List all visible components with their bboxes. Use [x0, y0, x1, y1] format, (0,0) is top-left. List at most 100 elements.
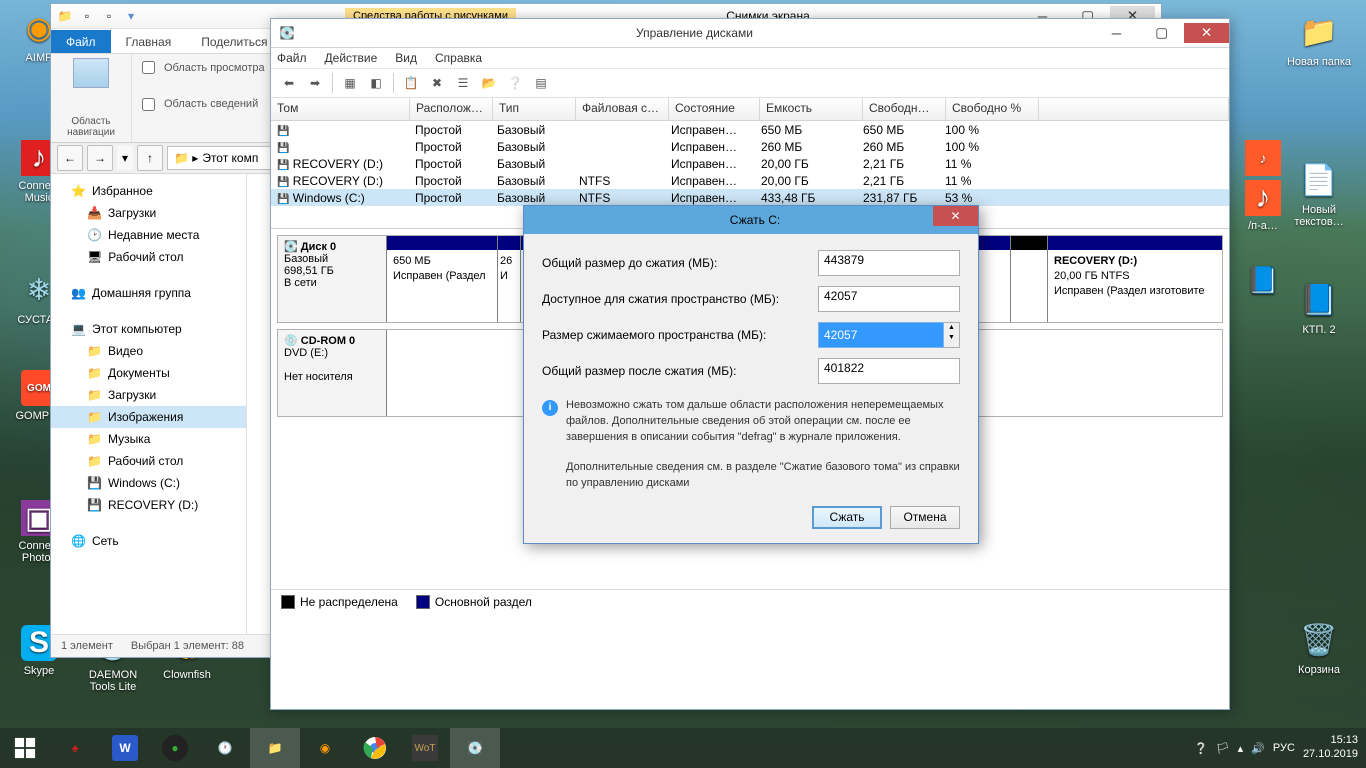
partition[interactable]: 26И	[498, 236, 521, 322]
start-button[interactable]	[0, 728, 50, 768]
tray-help-icon[interactable]: ❔	[1194, 742, 1208, 755]
task-chrome[interactable]	[350, 728, 400, 768]
legend: Не распределена Основной раздел	[271, 589, 1229, 614]
value-total-before: 443879	[818, 250, 960, 276]
qat-icon[interactable]: ▫	[101, 8, 117, 24]
volume-row[interactable]: 💾 ПростойБазовыйИсправен…260 МБ260 МБ100…	[271, 138, 1229, 155]
history-dropdown[interactable]: ▾	[117, 146, 133, 170]
volume-row[interactable]: 💾 ПростойБазовыйИсправен…650 МБ650 МБ100…	[271, 121, 1229, 138]
volume-row[interactable]: 💾 RECOVERY (D:)ПростойБазовыйИсправен…20…	[271, 155, 1229, 172]
nav-pane-icon[interactable]	[73, 58, 109, 88]
col-cap[interactable]: Емкость	[760, 98, 863, 120]
minimize-button[interactable]: ─	[1094, 23, 1139, 43]
toolbar-icon[interactable]: ◧	[364, 71, 388, 95]
shrink-button[interactable]: Сжать	[812, 506, 882, 529]
dialog-title: Сжать C:	[532, 213, 978, 227]
spin-down[interactable]: ▼	[944, 333, 959, 343]
nav-recent[interactable]: 🕑 Недавние места	[51, 224, 246, 246]
nav-network[interactable]: 🌐 Сеть	[51, 530, 246, 552]
task-aimp[interactable]: ◉	[300, 728, 350, 768]
close-button[interactable]: ✕	[1184, 23, 1229, 43]
tab-file[interactable]: Файл	[51, 30, 111, 53]
refresh-icon[interactable]: 📋	[399, 71, 423, 95]
app-icon: 💽	[279, 25, 295, 41]
partition-recovery[interactable]: RECOVERY (D:)20,00 ГБ NTFSИсправен (Разд…	[1048, 236, 1222, 322]
desktop-icon-pa[interactable]: ♪/п-а…	[1228, 180, 1298, 232]
toolbar: ⬅ ➡ ▦ ◧ 📋 ✖ ☰ 📂 ❔ ▤	[271, 69, 1229, 98]
shrink-amount-input[interactable]	[818, 322, 944, 348]
nav-homegroup[interactable]: 👥 Домашняя группа	[51, 282, 246, 304]
nav-downloads2[interactable]: 📁 Загрузки	[51, 384, 246, 406]
close-button[interactable]: ✕	[933, 206, 978, 226]
details-pane-check[interactable]	[142, 98, 155, 111]
nav-video[interactable]: 📁 Видео	[51, 340, 246, 362]
col-free[interactable]: Свободн…	[863, 98, 946, 120]
shrink-amount-spinner[interactable]: ▲▼	[818, 322, 960, 348]
col-fs[interactable]: Файловая с…	[576, 98, 669, 120]
forward-button[interactable]: →	[87, 145, 113, 171]
volume-row[interactable]: 💾 RECOVERY (D:)ПростойБазовыйNTFSИсправе…	[271, 172, 1229, 189]
col-volume[interactable]: Том	[271, 98, 410, 120]
menu-view[interactable]: Вид	[395, 51, 417, 65]
nav-thispc[interactable]: 💻 Этот компьютер	[51, 318, 246, 340]
task-explorer[interactable]: 📁	[250, 728, 300, 768]
nav-pane-label: Область навигации	[61, 116, 121, 138]
col-status[interactable]: Состояние	[669, 98, 760, 120]
task-wot[interactable]: WoT	[400, 728, 450, 768]
tray-clock[interactable]: 15:1327.10.2019	[1303, 734, 1358, 762]
back-icon[interactable]: ⬅	[277, 71, 301, 95]
tray-lang[interactable]: РУС	[1273, 742, 1295, 754]
col-type[interactable]: Тип	[493, 98, 576, 120]
nav-desktop2[interactable]: 📁 Рабочий стол	[51, 450, 246, 472]
task-diskmgmt[interactable]: 💽	[450, 728, 500, 768]
tray-chevron-icon[interactable]: ▴	[1238, 742, 1244, 755]
partition[interactable]: 650 МБИсправен (Раздел	[387, 236, 498, 322]
toolbar-icon[interactable]: 📂	[477, 71, 501, 95]
nav-winc[interactable]: 💾 Windows (C:)	[51, 472, 246, 494]
forward-icon[interactable]: ➡	[303, 71, 327, 95]
desktop-icon-word[interactable]: 📘	[1228, 260, 1298, 304]
volume-row[interactable]: 💾 Windows (C:)ПростойБазовыйNTFSИсправен…	[271, 189, 1229, 206]
tray-volume-icon[interactable]: 🔊	[1251, 742, 1265, 755]
toolbar-icon[interactable]: ▤	[529, 71, 553, 95]
tray-flag-icon[interactable]: 🏳	[1216, 742, 1230, 755]
label-total-before: Общий размер до сжатия (МБ):	[542, 256, 818, 270]
spin-up[interactable]: ▲	[944, 323, 959, 333]
task-camera[interactable]: ●	[150, 728, 200, 768]
up-button[interactable]: ↑	[137, 145, 163, 171]
status-selected: Выбран 1 элемент: 88	[131, 640, 244, 652]
preview-pane-check[interactable]	[142, 61, 155, 74]
shrink-dialog: Сжать C: ✕ Общий размер до сжатия (МБ):4…	[523, 205, 979, 544]
partition-unalloc[interactable]	[1011, 236, 1048, 322]
maximize-button[interactable]: ▢	[1139, 23, 1184, 43]
nav-music[interactable]: 📁 Музыка	[51, 428, 246, 450]
task-clock[interactable]: 🕐	[200, 728, 250, 768]
col-freep[interactable]: Свободно %	[946, 98, 1039, 120]
qat-icon[interactable]: ▫	[79, 8, 95, 24]
tab-share[interactable]: Поделиться	[186, 30, 282, 53]
nav-desktop[interactable]: 🖥 Рабочий стол	[51, 246, 246, 268]
help-icon[interactable]: ❔	[503, 71, 527, 95]
nav-images[interactable]: 📁 Изображения	[51, 406, 246, 428]
nav-recd[interactable]: 💾 RECOVERY (D:)	[51, 494, 246, 516]
nav-favorites[interactable]: ⭐ Избранное	[51, 180, 246, 202]
folder-icon: 📁	[57, 8, 73, 24]
desktop-icon-recycle[interactable]: 🗑️Корзина	[1284, 620, 1354, 676]
toolbar-icon[interactable]: ✖	[425, 71, 449, 95]
menu-action[interactable]: Действие	[325, 51, 378, 65]
toolbar-icon[interactable]: ☰	[451, 71, 475, 95]
col-layout[interactable]: Располож…	[410, 98, 493, 120]
menu-file[interactable]: Файл	[277, 51, 307, 65]
info-icon: i	[542, 400, 558, 416]
nav-downloads[interactable]: 📥 Загрузки	[51, 202, 246, 224]
cancel-button[interactable]: Отмена	[890, 506, 960, 529]
task-pokerstars[interactable]: ♠	[50, 728, 100, 768]
back-button[interactable]: ←	[57, 145, 83, 171]
nav-docs[interactable]: 📁 Документы	[51, 362, 246, 384]
desktop-icon-new-folder[interactable]: 📁Новая папка	[1284, 12, 1354, 68]
tab-home[interactable]: Главная	[111, 30, 187, 53]
menu-help[interactable]: Справка	[435, 51, 482, 65]
toolbar-icon[interactable]: ▦	[338, 71, 362, 95]
qat-dropdown-icon[interactable]: ▾	[123, 8, 139, 24]
task-word[interactable]: W	[100, 728, 150, 768]
